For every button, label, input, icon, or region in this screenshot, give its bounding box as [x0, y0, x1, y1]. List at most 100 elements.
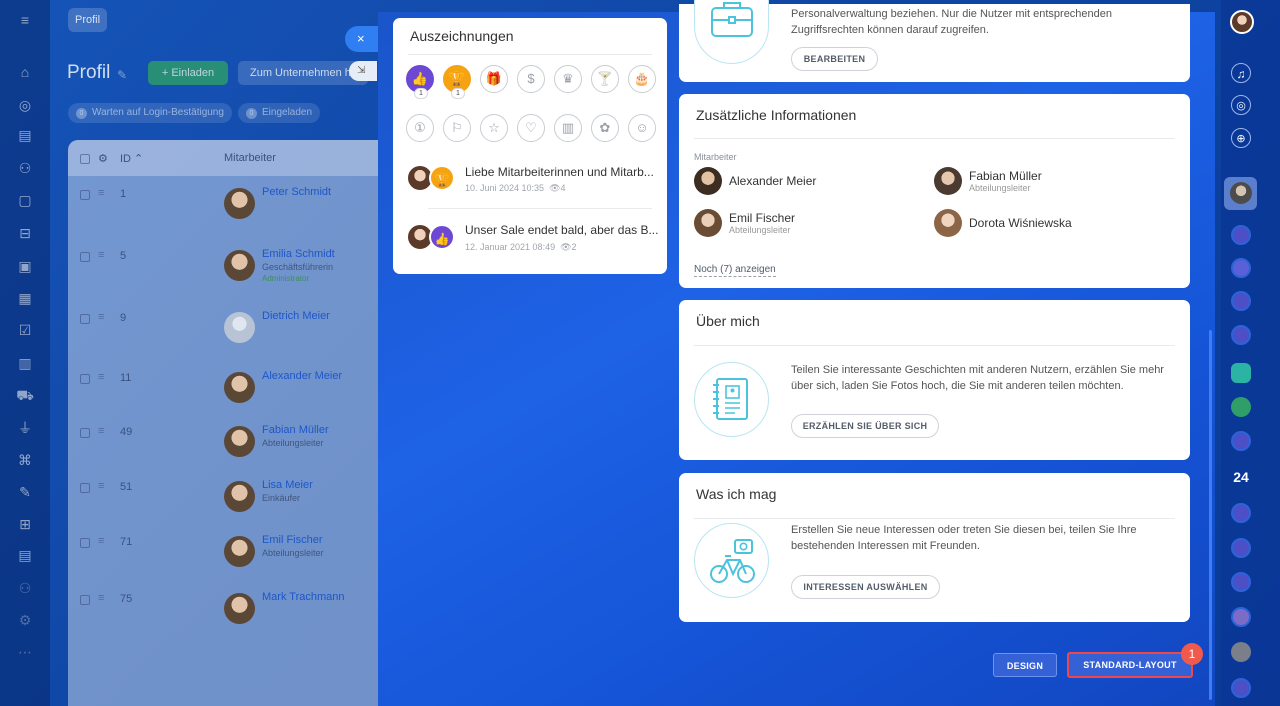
- money-bag-icon[interactable]: $: [517, 65, 545, 93]
- chat-icon[interactable]: [1231, 225, 1251, 245]
- chat-icon[interactable]: [1231, 572, 1251, 592]
- select-all-checkbox[interactable]: [80, 154, 90, 164]
- sites-icon[interactable]: ⌘: [15, 450, 35, 470]
- table-row[interactable]: ≡ 9 Dietrich Meier: [68, 308, 388, 364]
- copilot-icon[interactable]: ◎: [1231, 95, 1251, 115]
- table-row[interactable]: ≡ 1 Peter Schmidt: [68, 184, 388, 240]
- table-row[interactable]: ≡ 75 Mark Trachmann: [68, 589, 388, 645]
- table-row[interactable]: ≡ 71 Emil Fischer Abteilungsleiter: [68, 532, 388, 588]
- employee-name-link[interactable]: Fabian Müller: [262, 424, 329, 436]
- employee-name-link[interactable]: Lisa Meier: [262, 479, 313, 491]
- notifications-icon[interactable]: ♫: [1231, 63, 1251, 83]
- employee-name-link[interactable]: Emilia Schmidt: [262, 248, 335, 260]
- chat-icon[interactable]: [1231, 607, 1251, 627]
- row-checkbox[interactable]: [80, 483, 90, 493]
- drag-handle-icon[interactable]: ≡: [98, 371, 104, 383]
- row-checkbox[interactable]: [80, 428, 90, 438]
- close-slider-button[interactable]: ×: [345, 26, 381, 52]
- checklist-icon[interactable]: ☑: [15, 320, 35, 340]
- post-title[interactable]: Liebe Mitarbeiterinnen und Mitarb...: [465, 165, 654, 179]
- counter-24[interactable]: 24: [1229, 469, 1253, 489]
- filter-pending[interactable]: 0 Warten auf Login-Bestätigung: [68, 103, 232, 123]
- gift-icon[interactable]: 🎁: [480, 65, 508, 93]
- lock-chat-icon[interactable]: [1231, 397, 1251, 417]
- calendar-icon[interactable]: ▦: [15, 288, 35, 308]
- chat-icon[interactable]: [1231, 291, 1251, 311]
- users-icon[interactable]: ⚇: [15, 158, 35, 178]
- beer-icon[interactable]: ▥: [554, 114, 582, 142]
- settings-icon[interactable]: ⚙: [15, 610, 35, 630]
- chat-icon[interactable]: [1231, 325, 1251, 345]
- cake-icon[interactable]: 🎂: [628, 65, 656, 93]
- table-row[interactable]: ≡ 5 Emilia Schmidt Geschäftsführerin Adminis…: [68, 246, 388, 302]
- breadcrumb[interactable]: Profil: [68, 8, 108, 32]
- row-checkbox[interactable]: [80, 538, 90, 548]
- user-avatar[interactable]: [1230, 10, 1254, 34]
- employee-name-link[interactable]: Alexander Meier: [262, 370, 342, 382]
- number-one-icon[interactable]: ①: [406, 114, 434, 142]
- filter-invited[interactable]: 0 Eingeladen: [238, 103, 321, 123]
- drag-handle-icon[interactable]: ≡: [98, 535, 104, 547]
- design-button[interactable]: DESIGN: [993, 653, 1057, 677]
- flower-icon[interactable]: ✿: [591, 114, 619, 142]
- row-checkbox[interactable]: [80, 595, 90, 605]
- menu-icon[interactable]: ≡: [15, 10, 35, 30]
- standard-layout-button[interactable]: STANDARD-LAYOUT: [1067, 652, 1193, 678]
- collapse-slider-button[interactable]: ⇲: [349, 61, 377, 81]
- show-more-link[interactable]: Noch (7) anzeigen: [694, 264, 776, 277]
- employee-name-link[interactable]: Emil Fischer: [262, 534, 323, 546]
- funnel-icon[interactable]: ⏚: [15, 418, 35, 438]
- chat-icon[interactable]: [1231, 538, 1251, 558]
- row-checkbox[interactable]: [80, 190, 90, 200]
- analytics-icon[interactable]: ▥: [15, 353, 35, 373]
- employee-name-link[interactable]: Mark Trachmann: [262, 591, 345, 603]
- post-title[interactable]: Unser Sale endet bald, aber das B...: [465, 223, 658, 237]
- drive-icon[interactable]: ⊟: [15, 223, 35, 243]
- drag-handle-icon[interactable]: ≡: [98, 249, 104, 261]
- tell-about-yourself-button[interactable]: ERZÄHLEN SIE ÜBER SICH: [791, 414, 939, 438]
- employee-name-link[interactable]: Peter Schmidt: [262, 186, 331, 198]
- drag-handle-icon[interactable]: ≡: [98, 480, 104, 492]
- drag-handle-icon[interactable]: ≡: [98, 311, 104, 323]
- more-icon[interactable]: ⋯: [15, 642, 35, 662]
- edit-button[interactable]: BEARBEITEN: [791, 47, 878, 71]
- team-icon[interactable]: ⚇: [15, 578, 35, 598]
- column-id[interactable]: ID ⌃: [120, 152, 143, 165]
- feed-icon[interactable]: ◎: [15, 95, 35, 115]
- table-row[interactable]: ≡ 49 Fabian Müller Abteilungsleiter: [68, 422, 388, 478]
- heart-icon[interactable]: ♡: [517, 114, 545, 142]
- table-row[interactable]: ≡ 11 Alexander Meier: [68, 368, 388, 424]
- edit-title-icon[interactable]: ✎: [117, 68, 127, 82]
- drag-handle-icon[interactable]: ≡: [98, 425, 104, 437]
- row-checkbox[interactable]: [80, 314, 90, 324]
- flag-icon[interactable]: ⚐: [443, 114, 471, 142]
- employee-name-link[interactable]: Dietrich Meier: [262, 310, 330, 322]
- company-icon[interactable]: ▤: [15, 545, 35, 565]
- cart-icon[interactable]: ⛟: [15, 385, 35, 405]
- chat-icon[interactable]: [1231, 503, 1251, 523]
- column-employee[interactable]: Mitarbeiter: [224, 152, 276, 164]
- documents-icon[interactable]: ▢: [15, 190, 35, 210]
- cocktail-icon[interactable]: 🍸: [591, 65, 619, 93]
- choose-interests-button[interactable]: INTERESSEN AUSWÄHLEN: [791, 575, 940, 599]
- user-chat-avatar[interactable]: [1231, 642, 1251, 662]
- star-icon[interactable]: ☆: [480, 114, 508, 142]
- settings-gear-icon[interactable]: ⚙: [98, 152, 108, 165]
- sign-icon[interactable]: ✎: [15, 482, 35, 502]
- search-chat-icon[interactable]: ⊕: [1231, 128, 1251, 148]
- active-chat-item[interactable]: [1224, 177, 1257, 210]
- row-checkbox[interactable]: [80, 374, 90, 384]
- drag-handle-icon[interactable]: ≡: [98, 187, 104, 199]
- home-icon[interactable]: ⌂: [15, 62, 35, 82]
- chat-icon[interactable]: [1231, 678, 1251, 698]
- smiley-icon[interactable]: ☺: [628, 114, 656, 142]
- invite-button[interactable]: + Einladen: [148, 61, 228, 85]
- chat-icon[interactable]: [1231, 431, 1251, 451]
- chat-icon[interactable]: ▣: [15, 256, 35, 276]
- tasks-chat-icon[interactable]: [1231, 363, 1251, 383]
- store-icon[interactable]: ⊞: [15, 514, 35, 534]
- crown-icon[interactable]: ♛: [554, 65, 582, 93]
- drag-handle-icon[interactable]: ≡: [98, 592, 104, 604]
- tasks-icon[interactable]: ▤: [15, 125, 35, 145]
- chat-icon[interactable]: [1231, 258, 1251, 278]
